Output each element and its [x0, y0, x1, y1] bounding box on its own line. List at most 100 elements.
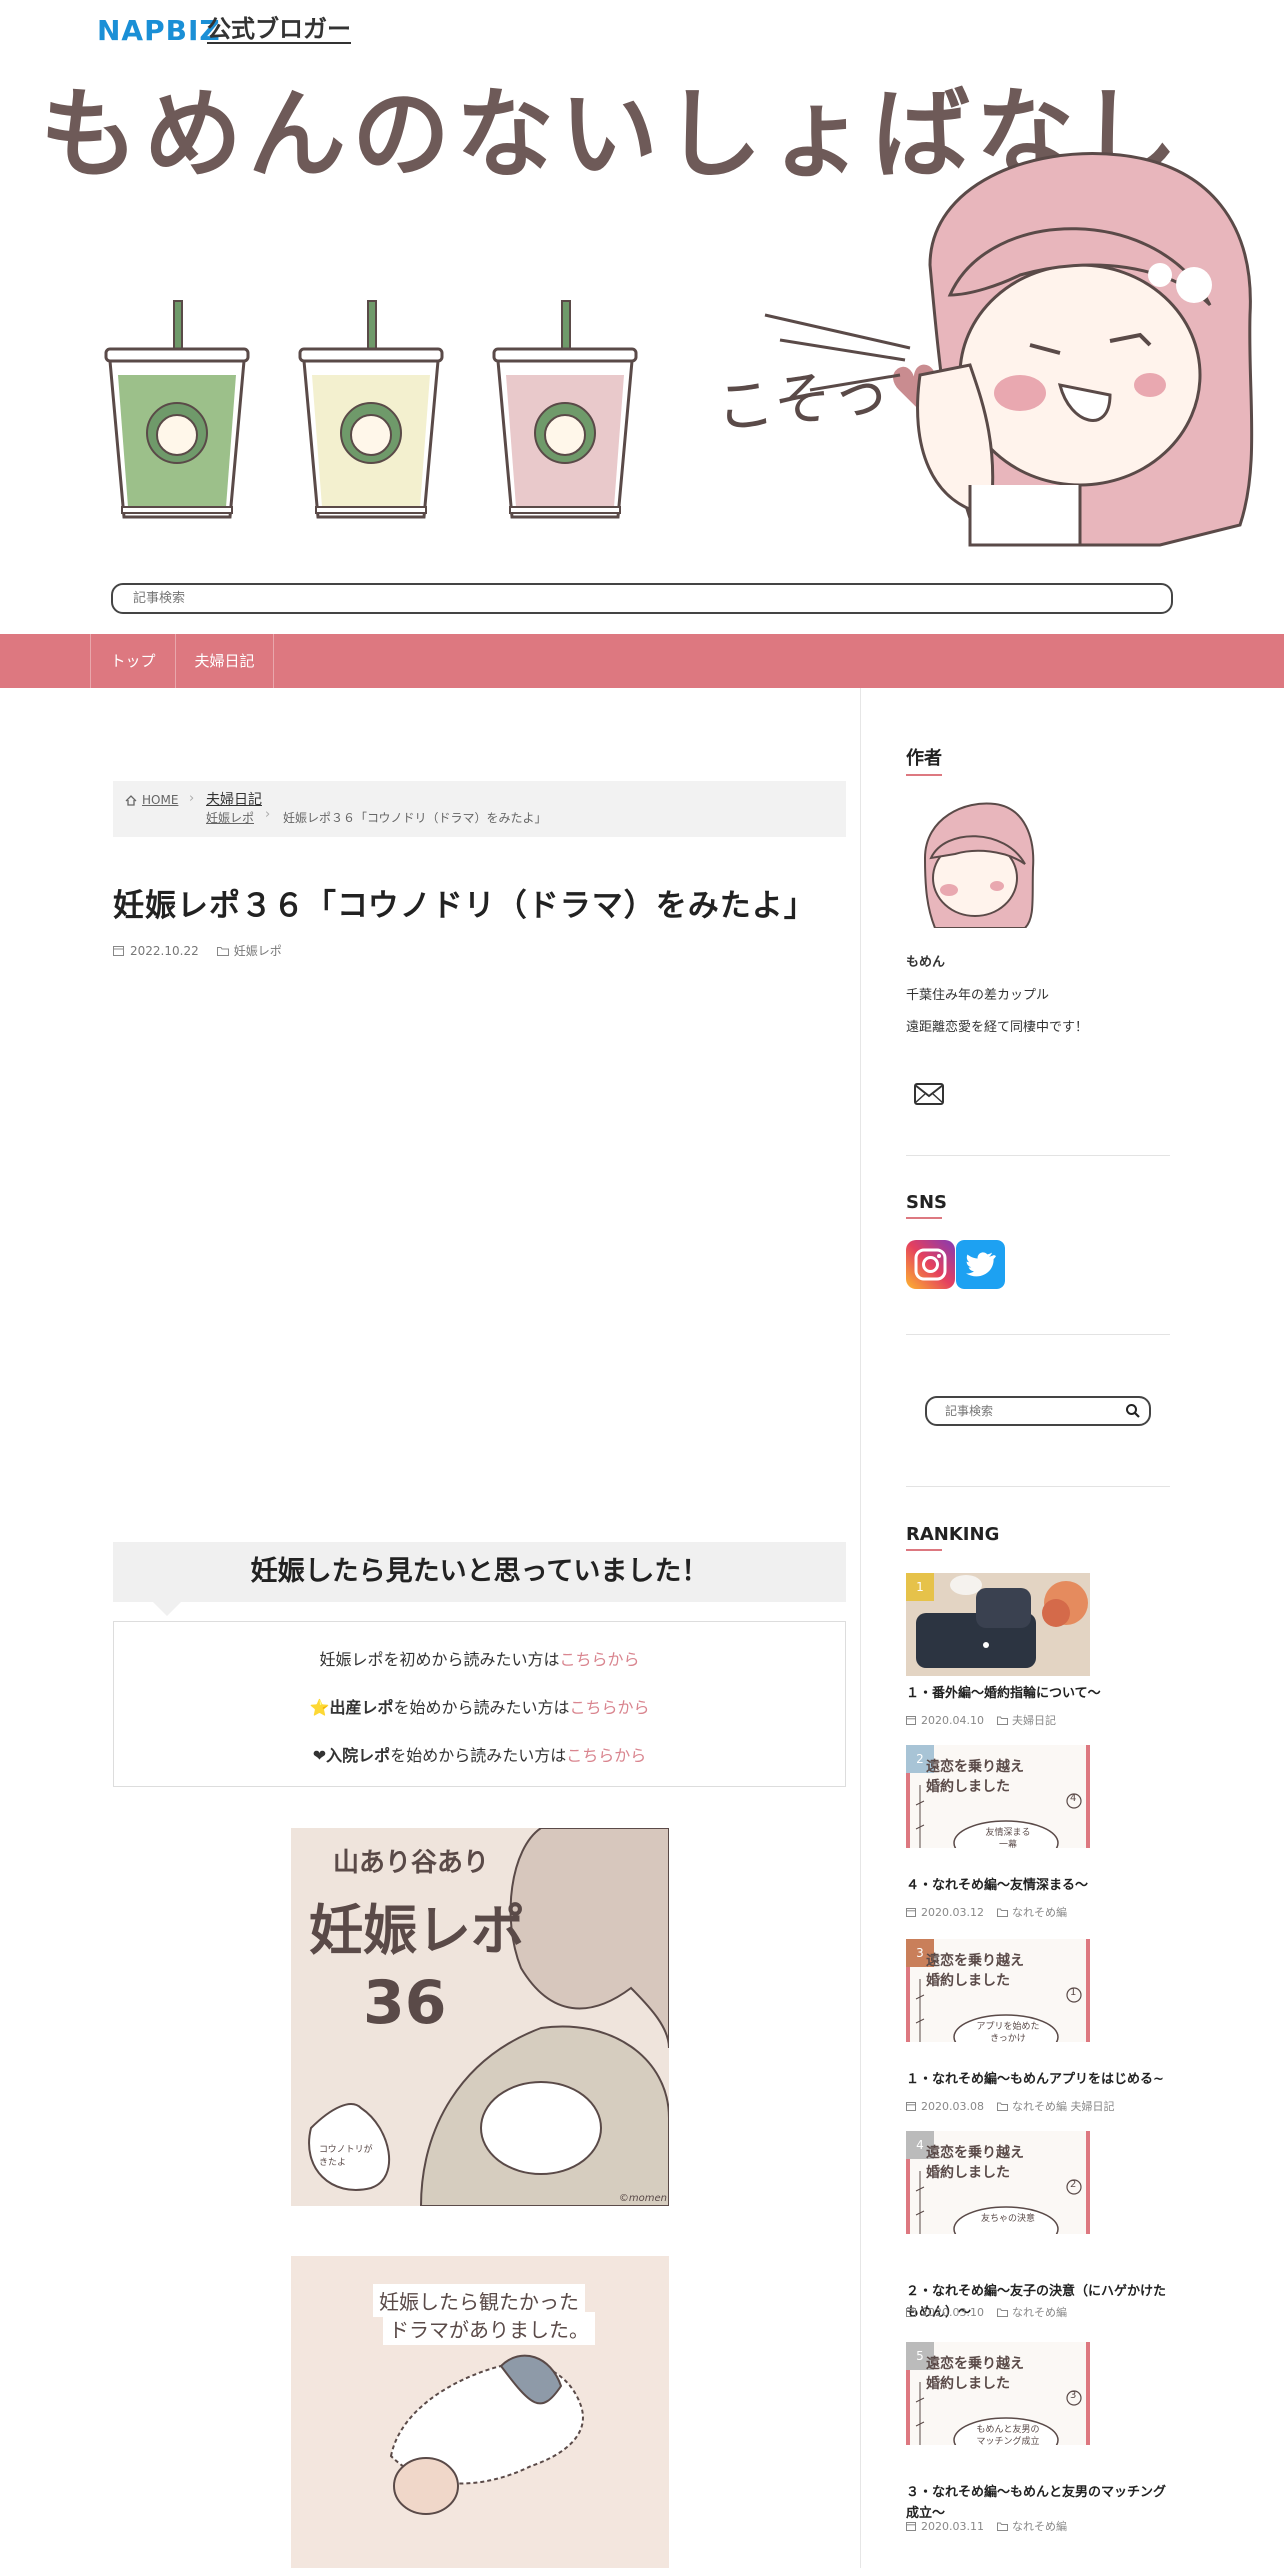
ranking-item-meta: 2020.03.08 なれそめ編 夫婦日記 — [906, 2098, 1114, 2114]
cover-top-text: 山あり谷あり — [333, 1848, 490, 1878]
breadcrumb-current: 妊娠レポ３６「コウノドリ（ドラマ）をみたよ」 — [283, 811, 547, 825]
card-heading: 遠恋を乗り越え 婚約しました — [926, 1759, 1024, 1795]
callout-link-hospital[interactable]: こちらから — [566, 1746, 646, 1765]
ranking-category[interactable]: なれそめ編 — [1012, 2304, 1067, 2320]
breadcrumb-home-label: HOME — [142, 793, 179, 807]
post-image-cover[interactable]: 山あり谷あり 妊娠レポ 36 コウノトリが きたよ ©momen — [291, 1828, 669, 2206]
ranking-date: 2020.03.10 — [921, 2305, 984, 2319]
drink-cups-illustration — [104, 300, 638, 519]
home-icon — [125, 794, 137, 806]
folder-icon — [996, 2102, 1008, 2111]
column-divider — [860, 688, 861, 2568]
ranking-item-title[interactable]: ４・なれそめ編～友情深まる～ — [906, 1875, 1176, 1896]
breadcrumb: HOME › 夫婦日記 妊娠レポ › 妊娠レポ３６「コウノドリ（ドラマ）をみたよ… — [113, 781, 846, 837]
callout-pointer — [153, 1602, 181, 1616]
callout-line-text: 妊娠レポを初めから読みたい方は — [319, 1650, 560, 1669]
ranking-item-meta: 2020.03.11 なれそめ編 — [906, 2518, 1067, 2534]
ranking-date: 2020.03.12 — [921, 1905, 984, 1919]
stork-illustration — [389, 2354, 584, 2515]
calendar-icon — [906, 1908, 916, 1917]
cover-number: 36 — [363, 1968, 447, 2038]
card-number: 1 — [1070, 1987, 1077, 1998]
whisper-lines-decoration — [764, 313, 911, 392]
ranking-item-meta: 2020.03.10 なれそめ編 — [906, 2304, 1067, 2320]
ranking-thumbnail[interactable]: 5 遠恋を乗り越え 婚約しました 3 もめんと友男の マッチング成立 — [906, 2342, 1090, 2445]
ranking-badge: 1 — [906, 1573, 934, 1601]
folder-icon — [996, 2308, 1008, 2317]
card-heading: 遠恋を乗り越え 婚約しました — [926, 2356, 1024, 2392]
folder-icon — [216, 946, 229, 956]
folder-icon — [996, 1908, 1008, 1917]
sidebar-search-field[interactable] — [925, 1396, 1151, 1426]
card-subtitle: アプリを始めた きっかけ — [976, 2022, 1040, 2042]
callout-box-heading: 妊娠したら見たいと思っていました！ — [113, 1542, 846, 1616]
cover-title: 妊娠レポ — [309, 1899, 525, 1962]
sidebar-divider — [906, 1155, 1170, 1156]
instagram-icon[interactable] — [906, 1240, 955, 1289]
global-nav: トップ 夫婦日記 — [0, 634, 1284, 688]
card-subtitle: 友情深まる 一幕 — [985, 1828, 1031, 1848]
napbiz-logo[interactable]: NAPBIZ — [97, 14, 221, 47]
breadcrumb-separator-icon: › — [189, 791, 195, 806]
callout-heading-text: 妊娠したら見たいと思っていました！ — [250, 1556, 709, 1587]
calendar-icon — [906, 1716, 916, 1725]
breadcrumb-home-link[interactable]: HOME — [125, 793, 178, 807]
nav-item-couple-diary[interactable]: 夫婦日記 — [175, 634, 274, 688]
calendar-icon — [906, 2308, 916, 2317]
calendar-icon — [113, 946, 124, 956]
card-heading: 遠恋を乗り越え 婚約しました — [926, 1953, 1024, 1989]
ranking-category[interactable]: なれそめ編 夫婦日記 — [1012, 2098, 1115, 2114]
callout-link-birth[interactable]: こちらから — [569, 1698, 649, 1717]
cover-credit: ©momen — [618, 2193, 667, 2204]
sidebar-author-heading: 作者 — [906, 744, 942, 776]
ranking-item-meta: 2020.04.10 夫婦日記 — [906, 1712, 1056, 1728]
mail-icon[interactable] — [913, 1081, 945, 1107]
callout-line-birth: ⭐出産レポを始めから読みたい方はこちらから — [114, 1694, 845, 1718]
heart-icon: ❤ — [312, 1746, 327, 1765]
header-search-field[interactable] — [111, 583, 1173, 614]
post-title: 妊娠レポ３６「コウノドリ（ドラマ）をみたよ」 — [113, 888, 816, 924]
breadcrumb-category-link[interactable]: 夫婦日記 — [206, 789, 262, 809]
ranking-thumbnail[interactable]: 4 遠恋を乗り越え 婚約しました 2 友ちゃの決意 — [906, 2131, 1090, 2234]
ranking-item-title[interactable]: １・なれそめ編～もめんアプリをはじめる~ — [906, 2069, 1176, 2090]
callout-box-body: 妊娠レポを初めから読みたい方はこちらから ⭐出産レポを始めから読みたい方はこちら… — [113, 1621, 846, 1787]
cover-stork-text: コウノトリが きたよ — [319, 2145, 373, 2168]
folder-icon — [996, 1716, 1008, 1725]
author-avatar[interactable] — [915, 798, 1037, 928]
twitter-icon[interactable] — [956, 1240, 1005, 1289]
search-icon[interactable] — [1125, 1403, 1141, 1419]
callout-link-pregnancy[interactable]: こちらから — [560, 1650, 640, 1669]
sidebar-search-input[interactable] — [927, 1398, 1107, 1424]
post-category-link[interactable]: 妊娠レポ — [216, 942, 282, 959]
calendar-icon — [906, 2522, 916, 2531]
ranking-thumbnail[interactable]: 3 遠恋を乗り越え 婚約しました 1 アプリを始めた きっかけ — [906, 1939, 1090, 2042]
header-search-input[interactable] — [113, 585, 1171, 612]
card-number: 4 — [1070, 1793, 1077, 1804]
ranking-thumbnail[interactable]: 1 — [906, 1573, 1090, 1676]
author-name: もめん — [906, 955, 946, 970]
callout-line-pregnancy: 妊娠レポを初めから読みたい方はこちらから — [114, 1646, 845, 1670]
callout-line-bold: 出産レポ — [329, 1698, 394, 1717]
callout-line-text: を始めから読みたい方は — [390, 1746, 567, 1765]
ranking-category[interactable]: なれそめ編 — [1012, 2518, 1067, 2534]
napbiz-official-blogger-label[interactable]: 公式ブロガー — [207, 16, 351, 45]
ranking-category[interactable]: 夫婦日記 — [1012, 1712, 1056, 1728]
breadcrumb-subcategory-link[interactable]: 妊娠レポ — [206, 809, 254, 826]
breadcrumb-separator-icon: › — [265, 807, 271, 822]
post-image-panel[interactable]: 妊娠したら観たかった ドラマがありました。 — [291, 2256, 669, 2568]
star-icon: ⭐ — [309, 1698, 330, 1717]
sidebar-sns-heading: SNS — [906, 1192, 947, 1219]
ranking-item-meta: 2020.03.12 なれそめ編 — [906, 1904, 1067, 1920]
nav-item-top[interactable]: トップ — [90, 634, 175, 688]
author-description-line1: 千葉住み年の差カップル — [906, 988, 1050, 1003]
ranking-category[interactable]: なれそめ編 — [1012, 1904, 1067, 1920]
girl-illustration — [916, 152, 1254, 547]
sidebar-divider — [906, 1486, 1170, 1487]
card-heading: 遠恋を乗り越え 婚約しました — [926, 2145, 1024, 2181]
callout-line-bold: 入院レポ — [326, 1746, 391, 1765]
site-header: NAPBIZ 公式ブロガー もめんのないしょばなし こそっ♥ 記事検索 — [0, 0, 1284, 634]
card-subtitle: 友ちゃの決意 — [980, 2214, 1035, 2224]
ranking-thumbnail[interactable]: 2 遠恋を乗り越え 婚約しました 4 友情深まる 一幕 — [906, 1745, 1090, 1848]
ranking-date: 2020.04.10 — [921, 1713, 984, 1727]
ranking-item-title[interactable]: １・番外編～婚約指輪について～ — [906, 1683, 1176, 1704]
